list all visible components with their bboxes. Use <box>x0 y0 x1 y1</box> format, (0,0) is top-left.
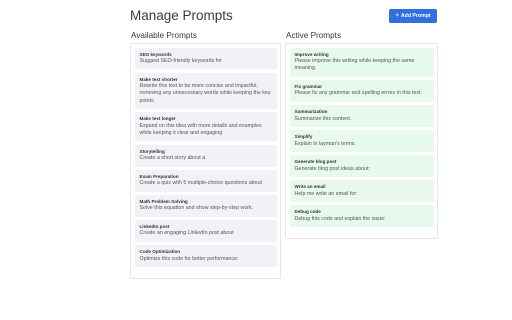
available-prompt-card[interactable]: Math Problem Solving Solve this equation… <box>134 194 277 217</box>
prompt-description: Debug this code and explain the issue: <box>294 215 386 222</box>
plus-icon: + <box>395 13 399 19</box>
prompt-title: SEO keywords <box>139 51 172 57</box>
active-prompt-card[interactable]: Simplify Explain in layman's terms. <box>289 130 434 152</box>
available-prompt-card[interactable]: Exam Preparation Create a quiz with 5 mu… <box>134 169 277 192</box>
prompt-description: Create an engaging LinkedIn post about <box>139 230 234 237</box>
prompt-description: Help me write an email for: <box>294 190 358 197</box>
prompt-title: Make text longer <box>139 116 176 122</box>
prompt-title: Simplify <box>294 134 313 140</box>
prompt-description: Rewrite this text to be more concise and… <box>139 83 271 104</box>
available-prompt-card[interactable]: Code Optimization Optimize this code for… <box>134 244 277 267</box>
prompt-description: Create a short story about a <box>139 155 206 162</box>
prompt-title: LinkedIn post <box>139 223 170 229</box>
prompt-description: Create a quiz with 5 multiple-choice que… <box>139 180 263 187</box>
prompt-description: Generate blog post ideas about: <box>294 165 370 172</box>
prompt-title: Generate blog post <box>294 159 337 165</box>
add-prompt-label: Add Prompt <box>400 13 431 19</box>
available-prompts-list: SEO keywords Suggest SEO-friendly keywor… <box>130 43 281 279</box>
available-prompt-card[interactable]: Storytelling Create a short story about … <box>134 144 277 167</box>
active-prompt-card[interactable]: Summarization Summarize this content. <box>289 104 434 127</box>
prompt-description: Explain in layman's terms. <box>294 140 356 147</box>
prompt-description: Please fix any grammar and spelling erro… <box>294 90 422 97</box>
prompt-title: Summarization <box>294 108 328 114</box>
page-title: Manage Prompts <box>130 8 233 23</box>
available-prompt-card[interactable]: Make text shorter Rewrite this text to b… <box>134 72 277 110</box>
prompt-description: Summarize this content. <box>294 115 352 122</box>
active-prompt-card[interactable]: Improve writing Please improve this writ… <box>289 47 434 77</box>
available-prompt-card[interactable]: Make text longer Expand on this idea wit… <box>134 112 277 142</box>
prompt-title: Storytelling <box>139 148 165 154</box>
prompt-title: Fix grammar <box>294 83 323 89</box>
available-prompts-heading: Available Prompts <box>131 31 197 40</box>
add-prompt-button[interactable]: + Add Prompt <box>389 9 437 23</box>
prompt-description: Suggest SEO-friendly keywords for <box>139 58 222 65</box>
active-prompt-card[interactable]: Write an email Help me write an email fo… <box>289 180 434 203</box>
active-prompt-card[interactable]: Fix grammar Please fix any grammar and s… <box>289 79 434 102</box>
active-prompts-list: Improve writing Please improve this writ… <box>285 43 438 239</box>
available-prompt-card[interactable]: SEO keywords Suggest SEO-friendly keywor… <box>134 47 277 70</box>
prompt-description: Optimize this code for better performanc… <box>139 255 239 262</box>
prompt-description: Please improve this writing while keepin… <box>294 58 415 72</box>
prompt-description: Expand on this idea with more details an… <box>139 122 262 137</box>
prompt-title: Improve writing <box>294 51 329 57</box>
prompt-title: Exam Preparation <box>139 173 179 179</box>
prompt-description: Solve this equation and show step-by-ste… <box>139 205 254 212</box>
prompt-title: Debug code <box>294 209 321 215</box>
active-prompts-heading: Active Prompts <box>286 31 342 40</box>
prompt-title: Write an email <box>294 184 326 190</box>
prompt-title: Make text shorter <box>139 76 178 82</box>
active-prompt-card[interactable]: Debug code Debug this code and explain t… <box>289 205 434 228</box>
prompt-title: Code Optimization <box>139 248 181 254</box>
active-prompt-card[interactable]: Generate blog post Generate blog post id… <box>289 155 434 177</box>
available-prompt-card[interactable]: LinkedIn post Create an engaging LinkedI… <box>134 219 277 242</box>
prompt-title: Math Problem Solving <box>139 198 188 204</box>
